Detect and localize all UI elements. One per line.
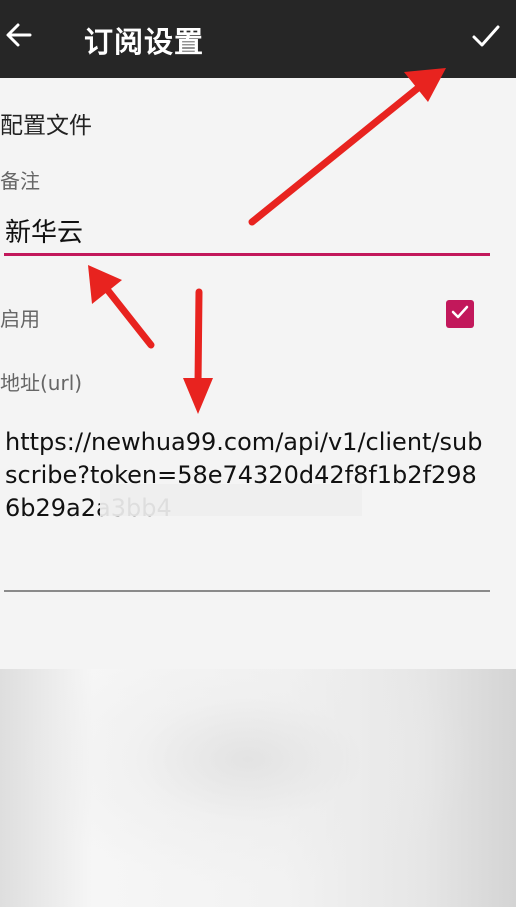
enable-checkbox[interactable] (446, 300, 474, 328)
confirm-button[interactable] (465, 16, 507, 60)
note-field[interactable]: 新华云 (4, 198, 490, 256)
url-label: 地址(url) (0, 371, 83, 395)
section-title-config: 配置文件 (0, 113, 92, 139)
back-button[interactable] (2, 12, 36, 62)
url-field-underline (4, 590, 490, 592)
arrow-left-icon (4, 20, 34, 54)
check-icon (450, 302, 470, 326)
note-field-underline (4, 253, 490, 256)
checkmark-icon (471, 21, 501, 55)
enable-label: 启用 (0, 307, 40, 331)
blurred-bottom-area (0, 669, 516, 907)
note-value: 新华云 (5, 218, 84, 248)
redaction-blur (100, 484, 362, 516)
note-label: 备注 (0, 169, 40, 193)
app-bar: 订阅设置 (0, 0, 516, 78)
page-title: 订阅设置 (84, 25, 205, 59)
